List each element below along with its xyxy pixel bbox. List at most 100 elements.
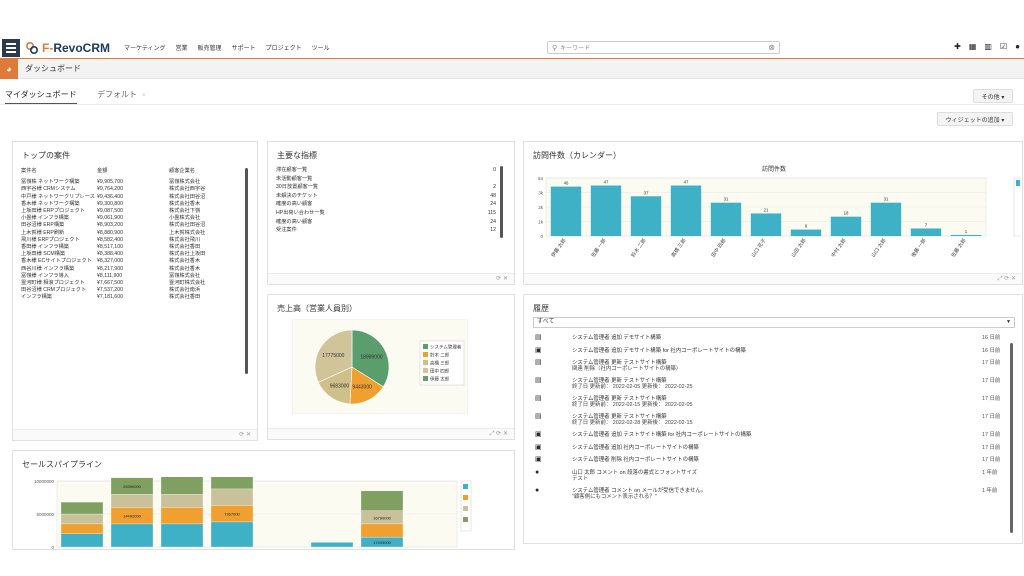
company-cell[interactable]: 冨嶺株式会社	[169, 273, 249, 280]
add-widget-button[interactable]: ウィジェットの追加 ▾	[937, 112, 1013, 126]
stacked-bar-segment[interactable]	[160, 494, 204, 508]
bar[interactable]	[550, 186, 582, 236]
expand-icon[interactable]: ⤢	[490, 431, 495, 437]
table-row[interactable]: 香木様 ECサイトプロジェクト ¥8,327,000 株式会社香木	[21, 258, 249, 265]
table-row[interactable]: インフラ構築 ¥7,181,600 株式会社香田	[21, 294, 249, 301]
bar[interactable]	[590, 185, 622, 236]
close-icon[interactable]: ✕	[1011, 276, 1016, 282]
company-cell[interactable]: 上木賀株式会社	[169, 230, 249, 237]
metric-row[interactable]: 受注案件 12	[276, 226, 496, 235]
amount-cell[interactable]: ¥7,667,500	[97, 280, 169, 287]
deal-name-cell[interactable]: 西宇谷様 CRMシステム	[21, 186, 97, 193]
nav-tools[interactable]: ツール	[312, 43, 330, 52]
metric-row[interactable]: 確度の高い顧客 24	[276, 218, 496, 227]
column-header[interactable]: 金額	[97, 168, 169, 179]
close-icon[interactable]: ✕	[503, 431, 508, 437]
stacked-bar-segment[interactable]	[60, 533, 104, 548]
deal-name-cell[interactable]: 香木様 ECサイトプロジェクト	[21, 258, 97, 265]
deal-name-cell[interactable]: 西谷川様 インフラ構築	[21, 266, 97, 273]
stacked-bar-segment[interactable]	[110, 494, 154, 508]
history-text[interactable]: システム管理者 追加 社内コーポレートサイトの構築	[572, 445, 952, 451]
menu-toggle-icon[interactable]	[2, 38, 20, 57]
deal-name-cell[interactable]: 香木様 ネットワーク構築	[21, 201, 97, 208]
user-icon[interactable]: ●	[1015, 42, 1020, 51]
amount-cell[interactable]: ¥8,517,100	[97, 244, 169, 251]
column-header[interactable]: 顧客企業名	[169, 168, 249, 179]
table-row[interactable]: 西谷川様 インフラ構築 ¥8,217,900 株式会社香木	[21, 266, 249, 273]
stacked-bar-segment[interactable]	[210, 488, 254, 506]
stacked-bar-segment[interactable]	[360, 523, 404, 538]
search-clear-icon[interactable]: ⊗	[768, 43, 775, 52]
metric-row[interactable]: 滞在顧客一覧 0	[276, 166, 496, 175]
metric-label[interactable]: HP出荷い合わせ一覧	[276, 209, 466, 218]
bar[interactable]	[670, 185, 702, 236]
nav-support[interactable]: サポート	[232, 43, 256, 52]
metric-row[interactable]: 確度の高い顧客 24	[276, 200, 496, 209]
calendar-icon[interactable]: ▦	[969, 42, 977, 51]
app-logo[interactable]: F- RevoCRM	[25, 41, 110, 55]
stacked-bar-segment[interactable]	[160, 523, 204, 548]
refresh-icon[interactable]: ⟳	[496, 276, 501, 282]
table-row[interactable]: 田谷沼様 ERP構築 ¥8,903,200 株式会社田谷沼	[21, 222, 249, 229]
amount-cell[interactable]: ¥8,388,400	[97, 251, 169, 258]
tab-my-dashboard[interactable]: マイダッシュボード	[5, 89, 77, 105]
more-button[interactable]: その他 ▾	[973, 89, 1013, 103]
close-icon[interactable]: ✕	[503, 276, 508, 282]
metric-label[interactable]: 受注案件	[276, 226, 466, 235]
tab-close-icon[interactable]: ×	[142, 93, 146, 99]
table-row[interactable]: 田谷沼様 CRMプロジェクト ¥7,537,200 株式会社南浜	[21, 287, 249, 294]
metric-label[interactable]: 未解決のチケット	[276, 192, 466, 201]
company-cell[interactable]: 株式会社香木	[169, 266, 249, 273]
metric-row[interactable]: HP出荷い合わせ一覧 115	[276, 209, 496, 218]
bar[interactable]	[950, 234, 982, 236]
nav-sales[interactable]: 営業	[176, 43, 188, 52]
metric-label[interactable]: 30日放置顧客一覧	[276, 183, 466, 192]
tab-default[interactable]: デフォルト ×	[97, 89, 146, 100]
amount-cell[interactable]: ¥9,300,800	[97, 201, 169, 208]
scrollbar[interactable]	[500, 166, 503, 238]
stacked-bar-segment[interactable]	[160, 477, 204, 495]
amount-cell[interactable]: ¥9,905,700	[97, 179, 169, 186]
scrollbar[interactable]	[245, 168, 248, 374]
bar[interactable]	[790, 229, 822, 236]
nav-marketing[interactable]: マーケティング	[124, 43, 166, 52]
metric-row[interactable]: 30日放置顧客一覧 2	[276, 183, 496, 192]
company-cell[interactable]: 株式会社香木	[169, 258, 249, 265]
reports-icon[interactable]: ▥	[984, 42, 992, 51]
deal-name-cell[interactable]: 中戸様 ネットワークリプレース	[21, 194, 97, 201]
deal-name-cell[interactable]: 冨嶺様 インフラ導入	[21, 273, 97, 280]
stacked-bar-segment[interactable]	[60, 523, 104, 534]
stacked-bar-segment[interactable]	[60, 501, 104, 515]
stacked-bar-segment[interactable]	[110, 523, 154, 548]
stacked-bar-segment[interactable]	[310, 542, 354, 548]
refresh-icon[interactable]: ⟳	[496, 431, 501, 437]
company-cell[interactable]: 株式会社田谷沼	[169, 222, 249, 229]
amount-cell[interactable]: ¥7,181,600	[97, 294, 169, 301]
amount-cell[interactable]: ¥8,217,900	[97, 266, 169, 273]
deal-name-cell[interactable]: 飛川様 ERPプロジェクト	[21, 237, 97, 244]
global-search[interactable]: ⚲ キーワード ⊗	[547, 41, 780, 54]
amount-cell[interactable]: ¥8,880,900	[97, 230, 169, 237]
metric-label[interactable]: 未活動顧客一覧	[276, 175, 466, 184]
company-cell[interactable]: 株式会社飛川	[169, 237, 249, 244]
amount-cell[interactable]: ¥8,903,200	[97, 222, 169, 229]
metric-label[interactable]: 滞在顧客一覧	[276, 166, 466, 175]
search-input[interactable]: キーワード	[560, 43, 590, 52]
table-row[interactable]: 香木様 ネットワーク構築 ¥9,300,800 株式会社香木	[21, 201, 249, 208]
history-filter-select[interactable]: すべて ▼	[533, 317, 1015, 328]
deal-name-cell[interactable]: 上木賀様 ERP刷新	[21, 230, 97, 237]
bar[interactable]	[630, 196, 662, 236]
table-row[interactable]: 上木賀様 ERP刷新 ¥8,880,900 上木賀株式会社	[21, 230, 249, 237]
metric-row[interactable]: 未解決のチケット 48	[276, 192, 496, 201]
amount-cell[interactable]: ¥9,061,900	[97, 215, 169, 222]
amount-cell[interactable]: ¥8,582,400	[97, 237, 169, 244]
company-cell[interactable]: 株式会社香田	[169, 294, 249, 301]
table-row[interactable]: 冨嶺様 インフラ導入 ¥8,111,900 冨嶺株式会社	[21, 273, 249, 280]
deal-name-cell[interactable]: インフラ構築	[21, 294, 97, 301]
tasks-icon[interactable]: ☑	[1000, 42, 1007, 51]
amount-cell[interactable]: ¥7,537,200	[97, 287, 169, 294]
stacked-bar-segment[interactable]	[210, 521, 254, 548]
company-cell[interactable]: 株式会社西宇谷	[169, 186, 249, 193]
history-text[interactable]: システム管理者 削除 社内コーポレートサイトの構築	[572, 457, 952, 463]
bar[interactable]	[830, 216, 862, 236]
